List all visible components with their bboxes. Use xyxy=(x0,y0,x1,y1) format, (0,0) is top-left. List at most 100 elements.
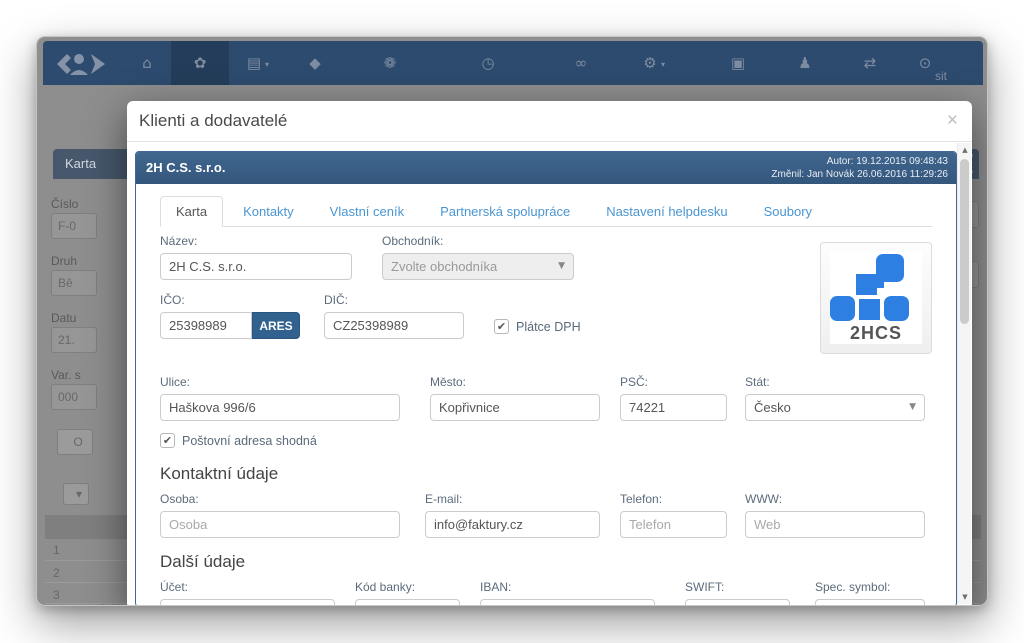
background-field-input: 000 xyxy=(51,384,97,410)
platce-dph-label: Plátce DPH xyxy=(516,320,581,334)
user-icon[interactable]: ♟ xyxy=(796,54,814,72)
background-field-label: Druh xyxy=(51,254,77,268)
client-form: 2HCS Název: Obchodník: Zvolte obchodníka xyxy=(160,234,932,606)
background-mini-dropdown: ▾ xyxy=(63,483,89,505)
telefon-input[interactable] xyxy=(620,511,727,538)
kod-banky-label: Kód banky: xyxy=(355,580,460,594)
background-field-label: Datu xyxy=(51,311,76,325)
table-caret-icon: ▾ xyxy=(265,60,269,69)
modal-header: Klienti a dodavatelé × xyxy=(127,101,972,142)
ico-input[interactable] xyxy=(160,312,252,339)
tab-kontakty[interactable]: Kontakty xyxy=(227,196,310,227)
background-button: O xyxy=(57,429,93,455)
modal-scrollbar[interactable]: ▲ ▼ xyxy=(957,143,971,604)
obchodnik-label: Obchodník: xyxy=(382,234,574,248)
panel-body: Karta Kontakty Vlastní ceník Partnerská … xyxy=(136,184,956,606)
spec-symbol-label: Spec. symbol: xyxy=(815,580,925,594)
power-icon[interactable]: ⊙ xyxy=(916,54,934,72)
close-icon[interactable]: × xyxy=(947,110,958,132)
company-logo-image: 2HCS xyxy=(830,252,922,344)
glasses-icon[interactable]: ∞ xyxy=(572,54,590,72)
stat-select[interactable]: Česko ▼ xyxy=(745,394,925,421)
platce-dph-checkbox[interactable]: ✔ Plátce DPH xyxy=(494,319,581,334)
modal-title: Klienti a dodavatelé xyxy=(139,111,287,131)
gear-icon[interactable]: ⚙ xyxy=(641,54,659,72)
swift-input[interactable] xyxy=(685,599,790,606)
iban-input[interactable] xyxy=(480,599,655,606)
background-field-label: Číslo xyxy=(51,197,78,211)
kontaktni-udaje-heading: Kontaktní údaje xyxy=(160,464,932,484)
obchodnik-select[interactable]: Zvolte obchodníka ▼ xyxy=(382,253,574,280)
nazev-label: Název: xyxy=(160,234,352,248)
leaf-icon[interactable]: ❁ xyxy=(381,54,399,72)
kod-banky-input[interactable] xyxy=(355,599,460,606)
www-label: WWW: xyxy=(745,492,925,506)
brand-logo-icon[interactable] xyxy=(57,49,107,79)
table-icon[interactable]: ▤ xyxy=(245,54,263,72)
checkmark-icon: ✔ xyxy=(160,433,175,448)
tab-partnerska-spoluprace[interactable]: Partnerská spolupráce xyxy=(424,196,586,227)
email-label: E-mail: xyxy=(425,492,600,506)
company-logo-text: 2HCS xyxy=(830,323,922,344)
panel-heading: 2H C.S. s.r.o. Autor: 19.12.2015 09:48:4… xyxy=(136,152,956,184)
stat-selected-value: Česko xyxy=(754,400,791,415)
ico-label: IČO: xyxy=(160,293,300,307)
psc-label: PSČ: xyxy=(620,375,727,389)
app-window: ⌂ ✿ ▤ ▾ ◆ ❁ ◷ ∞ ⚙ ▾ ▣ ♟ ⇄ ⊙ sit Karta Čí… xyxy=(36,36,988,606)
background-field-input: F-0 xyxy=(51,213,97,239)
drop-icon[interactable]: ◆ xyxy=(306,54,324,72)
changed-line: Změnil: Jan Novák 26.06.2016 11:29:26 xyxy=(771,168,948,181)
ulice-input[interactable] xyxy=(160,394,400,421)
dic-label: DIČ: xyxy=(324,293,464,307)
nazev-input[interactable] xyxy=(160,253,352,280)
scroll-down-icon[interactable]: ▼ xyxy=(958,593,972,601)
background-field-input: 21. xyxy=(51,327,97,353)
telefon-label: Telefon: xyxy=(620,492,727,506)
gear-caret-icon: ▾ xyxy=(661,60,665,69)
chevron-down-icon: ▼ xyxy=(909,395,916,420)
osoba-input[interactable] xyxy=(160,511,400,538)
ucet-label: Účet: xyxy=(160,580,335,594)
scroll-up-icon[interactable]: ▲ xyxy=(958,146,972,154)
tab-soubory[interactable]: Soubory xyxy=(748,196,828,227)
www-input[interactable] xyxy=(745,511,925,538)
tab-vlastni-cenik[interactable]: Vlastní ceník xyxy=(314,196,420,227)
home-icon[interactable]: ⌂ xyxy=(138,54,156,72)
dalsi-udaje-heading: Další údaje xyxy=(160,552,932,572)
mesto-label: Město: xyxy=(430,375,600,389)
background-field-label: Var. s xyxy=(51,368,81,382)
osoba-label: Osoba: xyxy=(160,492,400,506)
dic-input[interactable] xyxy=(324,312,464,339)
background-row-number: 2 xyxy=(53,566,60,580)
ares-button[interactable]: ARES xyxy=(252,312,300,339)
logout-label-partial: sit xyxy=(935,69,947,83)
ulice-label: Ulice: xyxy=(160,375,400,389)
tab-nastaveni-helpdesku[interactable]: Nastavení helpdesku xyxy=(590,196,743,227)
clock-icon[interactable]: ◷ xyxy=(479,54,497,72)
clients-modal: Klienti a dodavatelé × ▲ ▼ 2H C.S. s.r.o… xyxy=(127,101,972,606)
background-row-number: 3 xyxy=(53,588,60,602)
detail-tabs: Karta Kontakty Vlastní ceník Partnerská … xyxy=(160,196,932,227)
spec-symbol-input[interactable] xyxy=(815,599,925,606)
mesto-input[interactable] xyxy=(430,394,600,421)
company-logo: 2HCS xyxy=(820,242,932,354)
author-line: Autor: 19.12.2015 09:48:43 xyxy=(771,155,948,168)
obchodnik-selected-value: Zvolte obchodníka xyxy=(391,259,497,274)
background-row-number: 1 xyxy=(53,543,60,557)
email-input[interactable] xyxy=(425,511,600,538)
psc-input[interactable] xyxy=(620,394,727,421)
ucet-input[interactable] xyxy=(160,599,335,606)
postovni-adresa-checkbox[interactable]: ✔ Poštovní adresa shodná xyxy=(160,433,932,448)
stat-label: Stát: xyxy=(745,375,925,389)
plant-icon[interactable]: ✿ xyxy=(191,54,209,72)
checkmark-icon: ✔ xyxy=(494,319,509,334)
background-field-input: Bě xyxy=(51,270,97,296)
iban-label: IBAN: xyxy=(480,580,655,594)
tab-karta[interactable]: Karta xyxy=(160,196,223,227)
scrollbar-thumb[interactable] xyxy=(960,159,969,324)
client-detail-panel: 2H C.S. s.r.o. Autor: 19.12.2015 09:48:4… xyxy=(135,151,957,606)
top-navbar: ⌂ ✿ ▤ ▾ ◆ ❁ ◷ ∞ ⚙ ▾ ▣ ♟ ⇄ ⊙ sit xyxy=(43,41,983,85)
shuffle-icon[interactable]: ⇄ xyxy=(861,54,879,72)
archive-icon[interactable]: ▣ xyxy=(729,54,747,72)
postovni-adresa-label: Poštovní adresa shodná xyxy=(182,434,317,448)
